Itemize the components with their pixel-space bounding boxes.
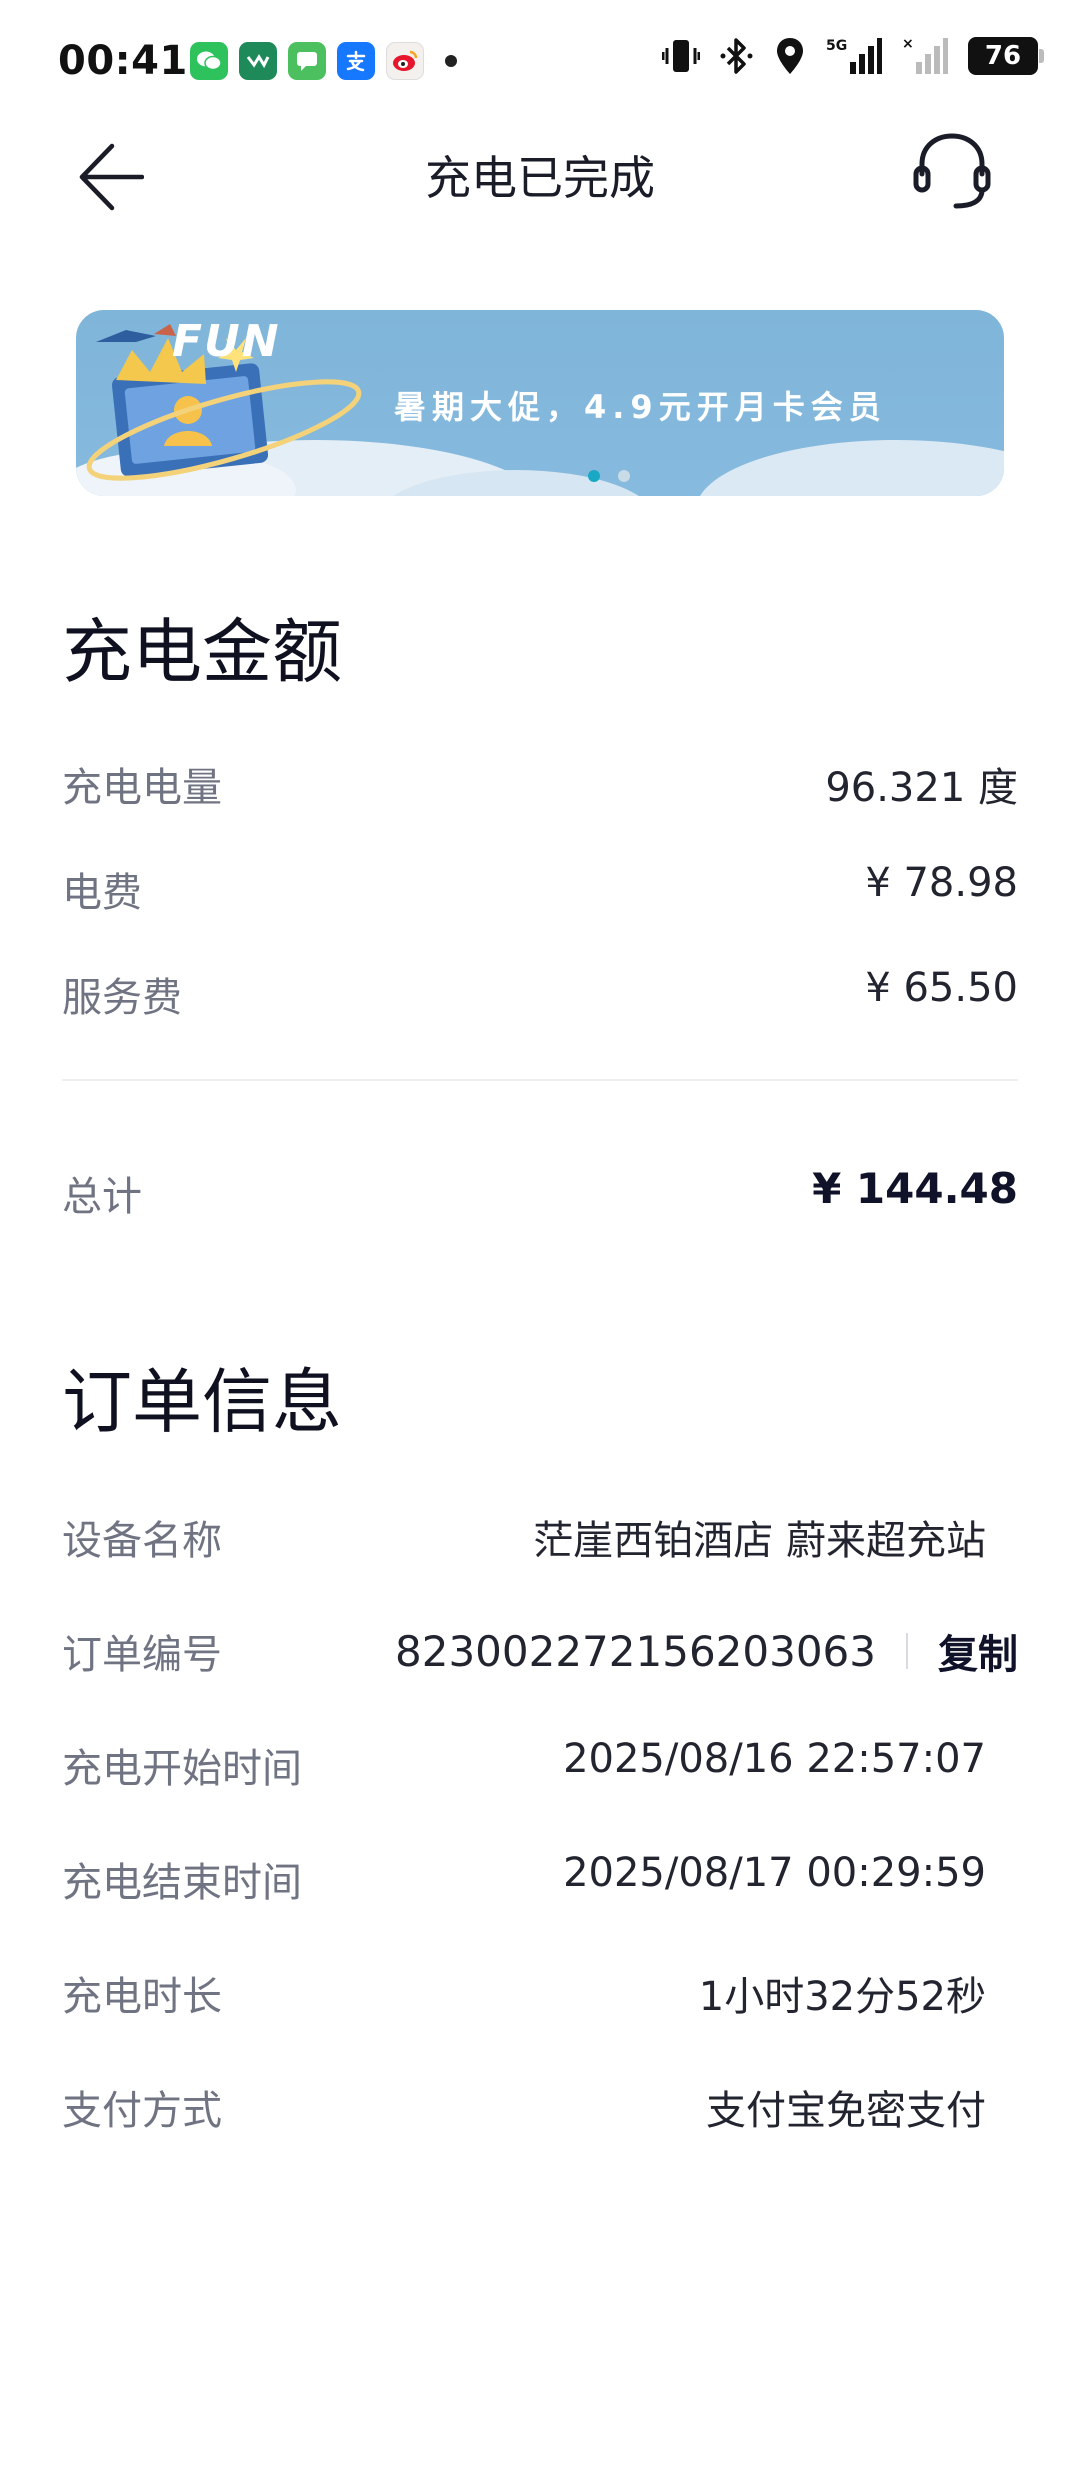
app-header: 充电已完成 xyxy=(0,120,1080,240)
customer-service-button[interactable] xyxy=(910,128,1010,228)
charge-row-label: 服务费 xyxy=(62,975,182,1021)
banner-promo-text: 暑期大促，4.9元开月卡会员 xyxy=(394,388,887,426)
banner-logo-text: FUN xyxy=(172,316,281,367)
banner-pagination xyxy=(588,470,630,482)
order-info-title: 订单信息 xyxy=(62,1361,342,1443)
order-row-payment: 支付方式 支付宝免密支付 xyxy=(62,2078,1018,2138)
bluetooth-icon xyxy=(720,38,753,74)
headset-icon xyxy=(913,133,991,209)
location-icon xyxy=(777,38,803,74)
signal-sim2-icon: × xyxy=(902,36,948,74)
end-time-value: 2025/08/17 00:29:59 xyxy=(563,1850,986,1896)
svg-text:×: × xyxy=(902,36,914,52)
charge-row-value: ¥ 78.98 xyxy=(865,860,1018,906)
charge-row-service-fee: 服务费 ¥ 65.50 xyxy=(62,965,1018,1025)
order-row-duration: 充电时长 1小时32分52秒 xyxy=(62,1964,1018,2024)
total-label: 总计 xyxy=(62,1174,142,1220)
charge-row-label: 充电电量 xyxy=(62,765,222,811)
messages-icon xyxy=(288,42,326,80)
copy-button[interactable]: 复制 xyxy=(938,1622,1018,1680)
copy-separator xyxy=(906,1633,908,1669)
charge-row-label: 电费 xyxy=(62,870,142,916)
wecom-icon xyxy=(239,42,277,80)
promo-banner[interactable]: FUN 暑期大促，4.9元开月卡会员 xyxy=(76,310,1004,496)
total-value: ¥ 144.48 xyxy=(812,1164,1018,1213)
charge-row-electricity-fee: 电费 ¥ 78.98 xyxy=(62,860,1018,920)
wechat-icon xyxy=(190,42,228,80)
order-row-start-time: 充电开始时间 2025/08/16 22:57:07 xyxy=(62,1736,1018,1796)
device-name-value: 茫崖西铂酒店 蔚来超充站 xyxy=(533,1518,986,1564)
charge-total-row: 总计 ¥ 144.48 xyxy=(62,1164,1018,1224)
vibrate-icon xyxy=(662,40,700,72)
system-icons: 5G × 76 xyxy=(662,36,1044,76)
signal-5g-icon: 5G xyxy=(826,38,882,74)
charge-row-energy: 充电电量 96.321 度 xyxy=(62,755,1018,815)
order-row-end-time: 充电结束时间 2025/08/17 00:29:59 xyxy=(62,1850,1018,1910)
payment-method-label: 支付方式 xyxy=(62,2088,222,2134)
more-notifications-dot xyxy=(445,55,457,67)
battery-indicator: 76 xyxy=(968,37,1044,75)
order-number-group: 823002272156203063 复制 xyxy=(395,1622,1018,1680)
banner-dot[interactable] xyxy=(618,470,630,482)
section-divider xyxy=(62,1079,1018,1081)
charge-row-value: ¥ 65.50 xyxy=(865,965,1018,1011)
weibo-icon xyxy=(386,42,424,80)
start-time-value: 2025/08/16 22:57:07 xyxy=(563,1736,986,1782)
end-time-label: 充电结束时间 xyxy=(62,1860,302,1906)
charge-row-value: 96.321 度 xyxy=(825,765,1018,811)
start-time-label: 充电开始时间 xyxy=(62,1746,302,1792)
status-time: 00:41 xyxy=(58,38,188,84)
duration-label: 充电时长 xyxy=(62,1974,222,2020)
order-number-label: 订单编号 xyxy=(62,1632,222,1678)
banner-dot-active[interactable] xyxy=(588,470,600,482)
alipay-icon xyxy=(337,42,375,80)
duration-value: 1小时32分52秒 xyxy=(698,1974,986,2020)
notification-icons xyxy=(190,42,457,80)
payment-method-value: 支付宝免密支付 xyxy=(706,2088,986,2134)
charging-complete-page: 00:41 5G × 76 充电已完成 FUN 暑期大促，4.9元开月卡会员 充… xyxy=(0,0,1080,2478)
status-bar: 00:41 5G × 76 xyxy=(0,0,1080,120)
device-name-label: 设备名称 xyxy=(62,1518,222,1564)
order-number-value: 823002272156203063 xyxy=(395,1626,876,1676)
svg-text:5G: 5G xyxy=(826,38,847,54)
charge-amount-title: 充电金额 xyxy=(62,611,342,693)
order-row-number: 订单编号 823002272156203063 复制 xyxy=(62,1622,1018,1682)
order-row-device: 设备名称 茫崖西铂酒店 蔚来超充站 xyxy=(62,1508,1018,1568)
